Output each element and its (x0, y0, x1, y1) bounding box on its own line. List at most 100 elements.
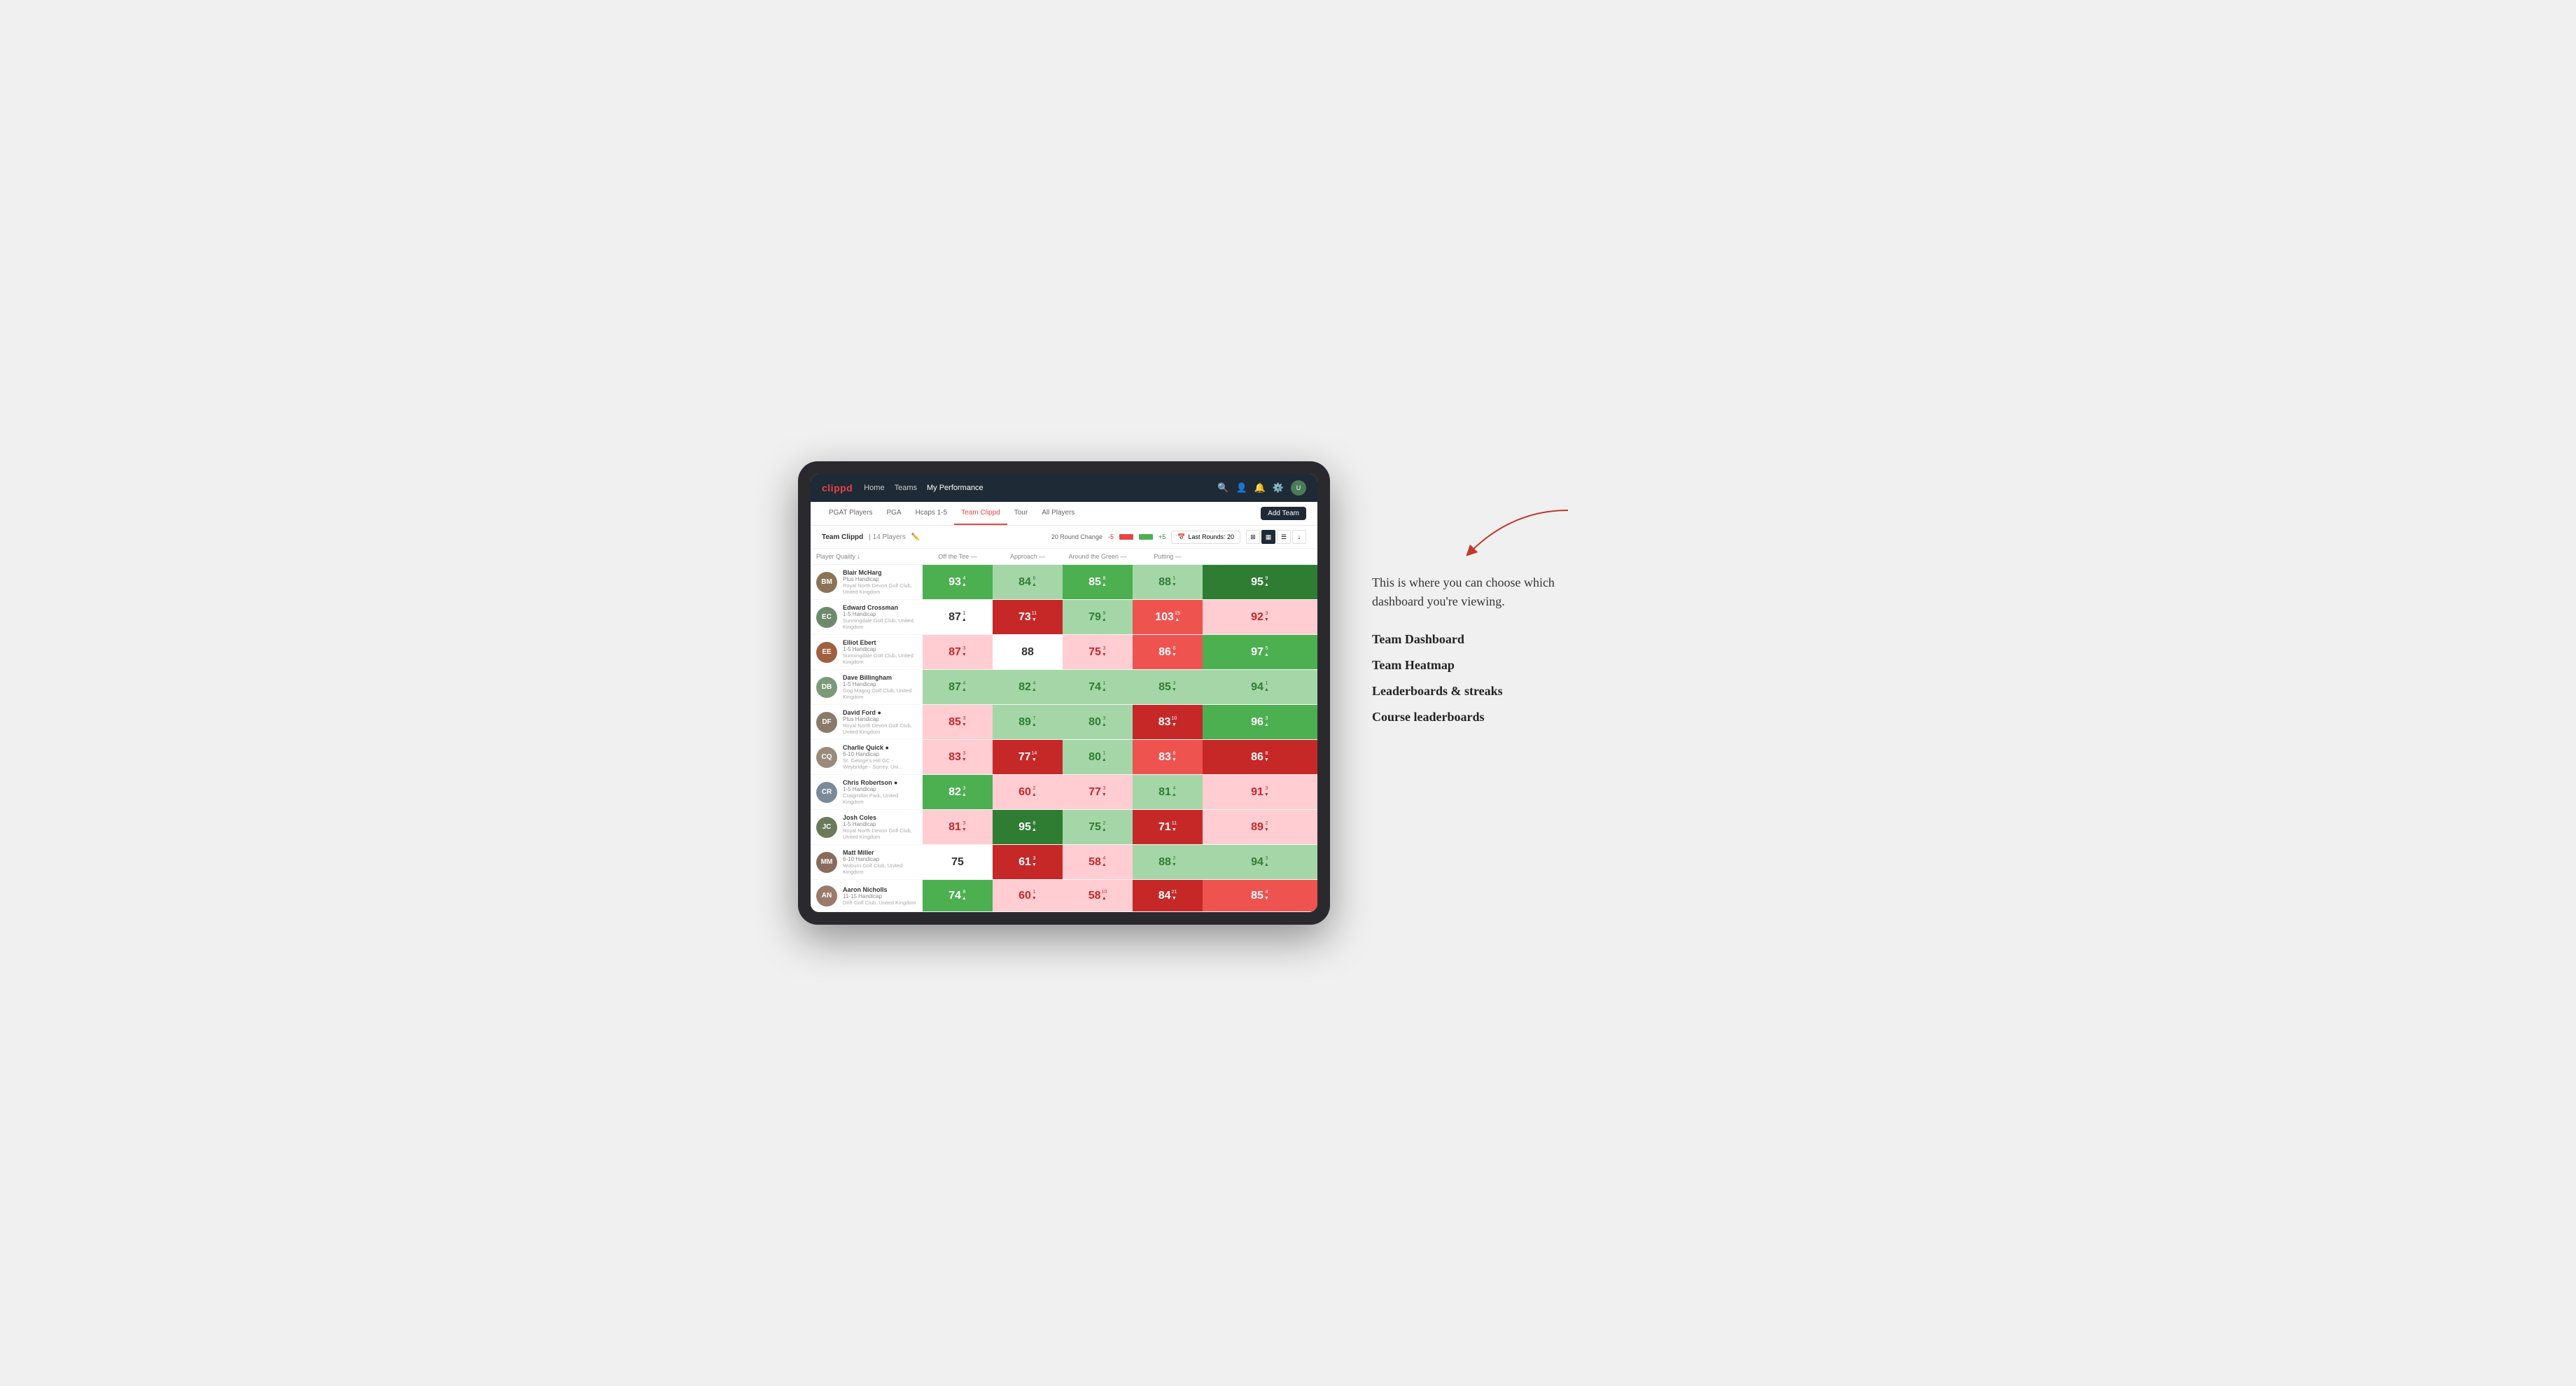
quality-cell-3: 874▲ (923, 670, 993, 705)
around-green-value: 88 (1158, 857, 1171, 868)
profile-icon[interactable]: 👤 (1236, 482, 1247, 493)
putting-cell-0: 959▲ (1203, 565, 1317, 600)
player-avatar: MM (816, 852, 837, 873)
putting-header[interactable]: Putting — (1133, 549, 1203, 565)
putting-value: 97 (1251, 647, 1264, 658)
subnav-pga[interactable]: PGA (879, 502, 908, 525)
table-row[interactable]: ANAaron Nicholls11-15 HandicapDrift Golf… (811, 880, 1317, 912)
subnav-hcaps[interactable]: Hcaps 1-5 (909, 502, 955, 525)
subnav-team-clippd[interactable]: Team Clippd (954, 502, 1007, 525)
around-green-value: 86 (1158, 647, 1171, 658)
table-row[interactable]: CRChris Robertson ●1-5 HandicapCraigmill… (811, 775, 1317, 810)
table-row[interactable]: CQCharlie Quick ●6-10 HandicapSt. George… (811, 740, 1317, 775)
settings-icon[interactable]: ⚙️ (1273, 482, 1284, 493)
off-tee-change: 3▼ (1032, 856, 1037, 868)
player-info-cell-1: ECEdward Crossman1-5 HandicapSunningdale… (811, 600, 923, 635)
user-avatar[interactable]: U (1291, 480, 1306, 496)
approach-value: 79 (1088, 612, 1101, 623)
around-green-value: 84 (1158, 890, 1171, 902)
putting-value: 85 (1251, 890, 1264, 902)
nav-link-my-performance[interactable]: My Performance (927, 484, 983, 492)
approach-value: 80 (1088, 717, 1101, 728)
table-row[interactable]: EEElliot Ebert1-5 HandicapSunningdale Go… (811, 635, 1317, 670)
column-headers: Player Quality ↓ Off the Tee — Approach … (811, 549, 1317, 565)
approach-value: 58 (1088, 890, 1101, 902)
around-green-change: 6▼ (1172, 646, 1177, 658)
quality-change: 3▼ (962, 821, 967, 833)
annotation-item-team-heatmap: Team Heatmap (1372, 658, 1568, 673)
quality-cell-0: 934▲ (923, 565, 993, 600)
round-change-section: 20 Round Change -5 +5 📅 Last Rounds: 20 … (1051, 530, 1306, 544)
around-green-value: 83 (1158, 752, 1171, 763)
table-row[interactable]: BMBlair McHargPlus HandicapRoyal North D… (811, 565, 1317, 600)
table-row[interactable]: MMMatt Miller6-10 HandicapWoburn Golf Cl… (811, 845, 1317, 880)
player-name: Dave Billingham (843, 674, 917, 681)
edit-icon[interactable]: ✏️ (911, 533, 920, 541)
grid-view-button[interactable]: ⊞ (1246, 530, 1260, 544)
off-tee-cell-5: 7714▼ (993, 740, 1063, 775)
list-view-button[interactable]: ☰ (1277, 530, 1291, 544)
table-row[interactable]: ECEdward Crossman1-5 HandicapSunningdale… (811, 600, 1317, 635)
off-tee-change: 4▲ (1032, 681, 1037, 693)
putting-change: 9▲ (1264, 576, 1269, 588)
player-info-cell-2: EEElliot Ebert1-5 HandicapSunningdale Go… (811, 635, 923, 670)
add-team-button[interactable]: Add Team (1261, 507, 1306, 520)
player-handicap: 1-5 Handicap (843, 786, 917, 792)
around-green-cell-1: 10315▲ (1133, 600, 1203, 635)
annotation-intro: This is where you can choose which dashb… (1372, 573, 1568, 611)
quality-cell-1: 871▲ (923, 600, 993, 635)
bell-icon[interactable]: 🔔 (1254, 482, 1266, 493)
around-green-value: 88 (1158, 577, 1171, 588)
subnav-all-players[interactable]: All Players (1035, 502, 1082, 525)
putting-value: 86 (1251, 752, 1264, 763)
off-tee-change: 7▲ (1032, 716, 1037, 728)
tablet-screen: clippd Home Teams My Performance 🔍 👤 🔔 ⚙… (811, 474, 1317, 912)
player-name: Josh Coles (843, 814, 917, 821)
nav-link-home[interactable]: Home (864, 484, 884, 492)
off-tee-value: 60 (1018, 890, 1031, 902)
download-button[interactable]: ↓ (1292, 530, 1306, 544)
off-tee-cell-3: 824▲ (993, 670, 1063, 705)
player-quality-header[interactable]: Player Quality ↓ (811, 549, 923, 565)
player-info-cell-5: CQCharlie Quick ●6-10 HandicapSt. George… (811, 740, 923, 775)
around-green-header[interactable]: Around the Green — (1063, 549, 1133, 565)
heatmap-view-button[interactable]: ▦ (1261, 530, 1275, 544)
putting-cell-7: 892▼ (1203, 810, 1317, 845)
around-green-change: 1▼ (1172, 576, 1177, 588)
nav-link-teams[interactable]: Teams (895, 484, 917, 492)
minus-label: -5 (1108, 533, 1114, 540)
approach-header[interactable]: Approach — (993, 549, 1063, 565)
off-tee-header[interactable]: Off the Tee — (923, 549, 993, 565)
subnav-tour[interactable]: Tour (1007, 502, 1035, 525)
approach-value: 58 (1088, 857, 1101, 868)
quality-value: 75 (951, 857, 964, 868)
approach-change: 9▲ (1102, 611, 1107, 623)
last-rounds-button[interactable]: 📅 Last Rounds: 20 (1171, 531, 1240, 544)
search-icon[interactable]: 🔍 (1217, 482, 1228, 493)
player-avatar: EE (816, 642, 837, 663)
approach-change: 3▼ (1102, 646, 1107, 658)
table-row[interactable]: DBDave Billingham1-5 HandicapGog Magog G… (811, 670, 1317, 705)
around-green-cell-5: 836▼ (1133, 740, 1203, 775)
around-green-cell-7: 7111▼ (1133, 810, 1203, 845)
approach-change: 3▲ (1102, 716, 1107, 728)
player-info-cell-8: MMMatt Miller6-10 HandicapWoburn Golf Cl… (811, 845, 923, 880)
off-tee-cell-1: 7311▼ (993, 600, 1063, 635)
nav-links: Home Teams My Performance (864, 484, 983, 492)
table-row[interactable]: JCJosh Coles1-5 HandicapRoyal North Devo… (811, 810, 1317, 845)
putting-change: 3▼ (1264, 611, 1269, 623)
approach-cell-6: 773▼ (1063, 775, 1133, 810)
player-name: Elliot Ebert (843, 639, 917, 646)
player-name: Matt Miller (843, 849, 917, 856)
subnav-pgat[interactable]: PGAT Players (822, 502, 879, 525)
quality-change: 3▲ (962, 786, 967, 798)
around-green-cell-4: 8310▼ (1133, 705, 1203, 740)
around-green-value: 103 (1155, 612, 1174, 623)
approach-cell-3: 741▲ (1063, 670, 1133, 705)
putting-cell-4: 963▲ (1203, 705, 1317, 740)
quality-cell-5: 833▼ (923, 740, 993, 775)
around-green-cell-3: 853▼ (1133, 670, 1203, 705)
player-avatar: DB (816, 677, 837, 698)
table-row[interactable]: DFDavid Ford ●Plus HandicapRoyal North D… (811, 705, 1317, 740)
approach-change: 3▼ (1102, 786, 1107, 798)
